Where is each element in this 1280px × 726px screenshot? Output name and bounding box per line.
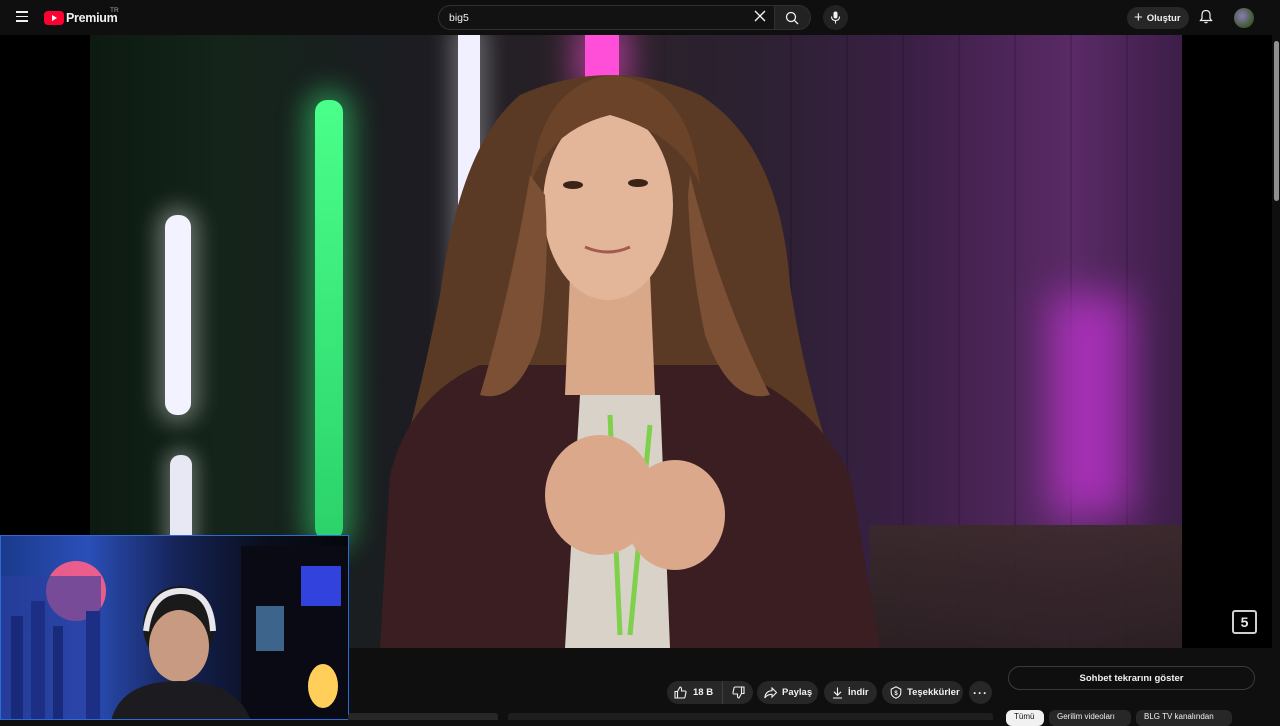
channel-watermark[interactable]: 5 (1232, 610, 1257, 634)
scrollbar[interactable] (1272, 35, 1280, 720)
share-label: Paylaş (782, 687, 813, 698)
svg-text:$: $ (894, 691, 898, 697)
bell-icon[interactable] (1199, 9, 1215, 25)
share-icon (764, 686, 777, 698)
chip-all[interactable]: Tümü (1006, 710, 1044, 726)
search-box (438, 5, 775, 30)
video-title-strip (348, 713, 498, 720)
more-actions-button[interactable]: ··· (969, 681, 992, 704)
download-button[interactable]: İndir (824, 681, 877, 704)
clear-icon[interactable] (754, 9, 770, 25)
share-button[interactable]: Paylaş (757, 681, 818, 704)
webcam-scene (1, 546, 348, 719)
youtube-logo-icon (44, 11, 64, 25)
like-dislike-group: 18 B (667, 681, 753, 704)
search-icon (785, 11, 799, 25)
thanks-icon: $ (890, 686, 902, 699)
show-chat-replay-button[interactable]: Sohbet tekrarını göster (1008, 666, 1255, 690)
menu-icon[interactable] (11, 7, 33, 27)
more-icon: ··· (973, 685, 988, 700)
youtube-premium-logo[interactable]: Premium (44, 9, 118, 27)
thanks-button[interactable]: $ Teşekkürler (882, 681, 963, 704)
thanks-label: Teşekkürler (907, 687, 960, 698)
download-icon (833, 687, 842, 699)
plus-icon: + (1134, 8, 1143, 26)
scrollbar-thumb[interactable] (1274, 41, 1279, 201)
webcam-overlay (0, 535, 349, 720)
create-button[interactable]: + Oluştur (1127, 7, 1189, 29)
dislike-button[interactable] (723, 681, 753, 704)
region-code: TR (110, 7, 119, 14)
video-title-strip (508, 713, 993, 720)
search-input[interactable] (449, 10, 739, 26)
chip-channel[interactable]: BLG TV kanalından (1136, 710, 1232, 726)
chip-related[interactable]: Gerilim videoları (1049, 710, 1131, 726)
top-bar: Premium TR + Oluştur (0, 0, 1280, 35)
like-count: 18 B (693, 687, 714, 698)
like-button[interactable]: 18 B (667, 681, 723, 704)
mic-icon (830, 11, 841, 24)
dislike-icon (731, 686, 745, 699)
search-button[interactable] (775, 5, 811, 30)
download-label: İndir (848, 687, 869, 698)
like-icon (674, 686, 687, 699)
create-label: Oluştur (1146, 12, 1181, 24)
voice-search-button[interactable] (823, 5, 848, 30)
avatar[interactable] (1234, 8, 1254, 28)
